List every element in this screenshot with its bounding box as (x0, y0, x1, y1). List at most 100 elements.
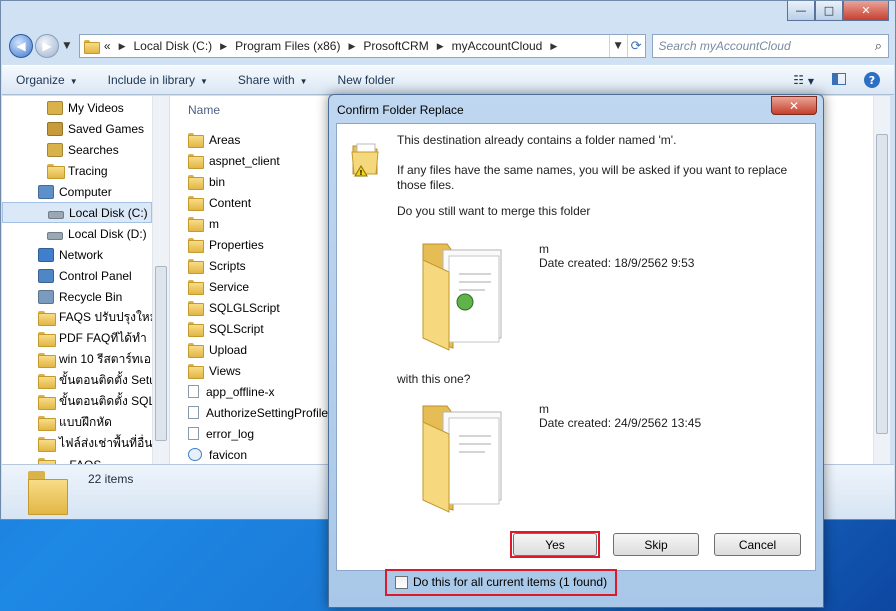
cancel-button[interactable]: Cancel (714, 533, 801, 556)
breadcrumb-local-disk[interactable]: Local Disk (C:) (133, 39, 212, 53)
preview-pane-icon (832, 72, 846, 85)
nav-item[interactable]: My Videos (2, 97, 152, 118)
file-row[interactable]: error_log (188, 423, 328, 444)
apply-to-all-label[interactable]: Do this for all current items (1 found) (413, 575, 607, 589)
file-row[interactable]: SQLScript (188, 318, 328, 339)
item-count: 22 items (88, 472, 134, 486)
nav-item[interactable]: ไฟล์ส่งเช่าพื้นที่อื่น (2, 433, 152, 454)
nav-item[interactable]: Searches (2, 139, 152, 160)
incoming-folder-date: Date created: 24/9/2562 13:45 (539, 416, 702, 430)
include-in-library-menu[interactable]: Include in library ▼ (108, 73, 208, 87)
file-row[interactable]: bin (188, 171, 328, 192)
refresh-icon: ⟳ (630, 38, 642, 54)
apply-to-all-checkbox[interactable] (395, 575, 408, 589)
nav-item[interactable]: Saved Games (2, 118, 152, 139)
yes-button[interactable]: Yes (513, 533, 597, 556)
navigation-scrollbar[interactable] (152, 96, 169, 464)
search-input[interactable]: Search myAccountCloud (659, 39, 875, 53)
share-with-label: Share with (237, 73, 295, 87)
file-list-scrollbar[interactable] (873, 96, 890, 464)
folder-icon (188, 217, 204, 232)
nav-item[interactable]: ~ FAQS (2, 454, 152, 464)
arrow-right-icon: ▶ (42, 39, 52, 53)
folder-icon (28, 471, 68, 515)
file-row[interactable]: Content (188, 192, 328, 213)
dialog-close-button[interactable]: ✕ (771, 96, 817, 115)
warning-folder-icon: ! (351, 143, 379, 177)
refresh-button[interactable]: ⟳ (626, 35, 645, 57)
file-row[interactable]: aspnet_client (188, 150, 328, 171)
nav-item-label: Control Panel (59, 268, 132, 283)
column-header-name[interactable]: Name (188, 103, 220, 117)
file-row[interactable]: Views (188, 360, 328, 381)
nav-item[interactable]: ขั้นตอนติดตั้ง SQL (2, 391, 152, 412)
file-row[interactable]: SQLGLScript (188, 297, 328, 318)
nav-item-label: Searches (68, 142, 119, 157)
file-row[interactable]: Upload (188, 339, 328, 360)
nav-item[interactable]: ขั้นตอนติดตั้ง Setup (2, 370, 152, 391)
breadcrumb-prosoftcrm[interactable]: ProsoftCRM (363, 39, 428, 53)
message-same-names: If any files have the same names, you wi… (397, 163, 788, 177)
nav-item[interactable]: Network (2, 244, 152, 265)
nav-item[interactable]: แบบฝึกหัด (2, 412, 152, 433)
file-name: SQLGLScript (209, 300, 280, 315)
skip-button[interactable]: Skip (613, 533, 699, 556)
file-row[interactable]: favicon (188, 444, 328, 465)
nav-item[interactable]: Recycle Bin (2, 286, 152, 307)
breadcrumb-program-files[interactable]: Program Files (x86) (235, 39, 340, 53)
recent-pages-dropdown[interactable]: ▼ (61, 41, 73, 51)
nav-item-label: Local Disk (C:) (69, 205, 148, 220)
file-name: Properties (209, 237, 264, 252)
videos-icon (47, 100, 63, 115)
nav-item[interactable]: FAQS ปรับปรุงใหม่ (2, 307, 152, 328)
control-panel-icon (38, 268, 54, 283)
saved-games-icon (47, 121, 63, 136)
apply-to-all-row[interactable]: Do this for all current items (1 found) (395, 575, 607, 589)
breadcrumb-myaccountcloud[interactable]: myAccountCloud (452, 39, 543, 53)
organize-menu[interactable]: Organize ▼ (16, 73, 78, 87)
share-with-menu[interactable]: Share with ▼ (238, 73, 308, 87)
breadcrumb-separator: ▶ (348, 40, 356, 51)
back-button[interactable]: ◀ (9, 34, 33, 58)
maximize-button[interactable]: □ (815, 1, 843, 21)
help-icon[interactable]: ? (864, 72, 880, 88)
breadcrumb-overflow[interactable]: « (104, 39, 111, 53)
file-list: Areas aspnet_clientbin Content m Properties S… (188, 129, 328, 465)
file-row[interactable]: app_offline-x (188, 381, 328, 402)
file-row[interactable]: m (188, 213, 328, 234)
file-name: aspnet_client (209, 153, 280, 168)
forward-button[interactable]: ▶ (34, 34, 59, 58)
drive-icon (47, 231, 63, 240)
favicon-icon (188, 448, 202, 461)
message-destination-exists: This destination already contains a fold… (397, 133, 677, 147)
nav-item[interactable]: Computer (2, 181, 152, 202)
arrow-left-icon: ◀ (16, 39, 26, 53)
file-row[interactable]: AuthorizeSettingProfile (188, 402, 328, 423)
text-file-icon (188, 427, 199, 440)
scrollbar-thumb[interactable] (155, 266, 167, 441)
file-row[interactable]: Service (188, 276, 328, 297)
nav-item-label: ไฟล์ส่งเช่าพื้นที่อื่น (59, 436, 152, 450)
change-view-button[interactable]: ☷ ▼ (793, 73, 814, 87)
nav-item[interactable]: Tracing (2, 160, 152, 181)
nav-item[interactable]: PDF FAQทีได้ทำ (2, 328, 152, 349)
new-folder-button[interactable]: New folder (338, 73, 395, 87)
minimize-button[interactable]: — (787, 1, 815, 21)
nav-item[interactable]: win 10 รีสตาร์ทเอง (2, 349, 152, 370)
network-icon (38, 247, 54, 262)
nav-item-label: FAQS ปรับปรุงใหม่ (59, 310, 152, 324)
chevron-down-icon: ▼ (299, 77, 308, 86)
message-with-this-one: with this one? (397, 372, 471, 386)
file-row[interactable]: Scripts (188, 255, 328, 276)
nav-item[interactable]: Local Disk (C:) (2, 202, 152, 223)
address-bar[interactable]: « ▶ Local Disk (C:) ▶ Program Files (x86… (78, 34, 646, 58)
close-button[interactable]: ✕ (843, 1, 889, 21)
preview-pane-button[interactable] (832, 72, 846, 88)
file-row[interactable]: Properties (188, 234, 328, 255)
file-row[interactable]: Areas (188, 129, 328, 150)
scrollbar-thumb[interactable] (876, 134, 888, 434)
nav-item[interactable]: Control Panel (2, 265, 152, 286)
search-box[interactable]: Search myAccountCloud ⌕ (651, 34, 890, 58)
address-dropdown-button[interactable]: ▼ (608, 35, 627, 57)
nav-item[interactable]: Local Disk (D:) (2, 223, 152, 244)
